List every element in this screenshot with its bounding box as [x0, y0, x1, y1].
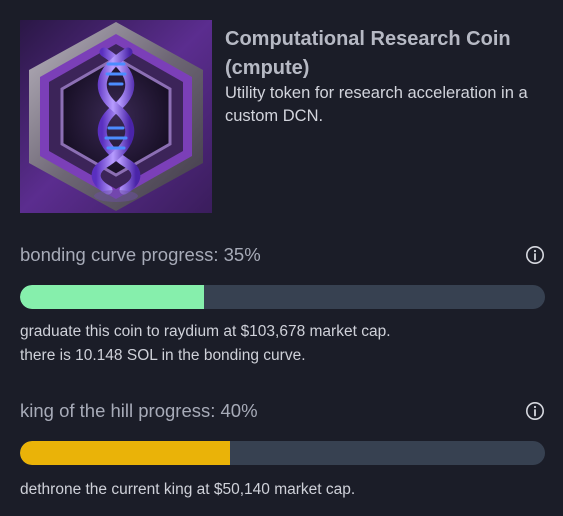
king-of-the-hill-progress-fill	[20, 441, 230, 465]
king-of-the-hill-title: king of the hill progress: 40%	[20, 400, 258, 421]
dna-helix-hexagon-icon	[20, 20, 212, 213]
bonding-curve-progress-bar	[20, 285, 545, 309]
info-icon[interactable]	[525, 401, 545, 421]
info-icon[interactable]	[525, 245, 545, 265]
king-of-the-hill-section: king of the hill progress: 40% dethrone …	[20, 398, 545, 508]
bonding-curve-progress-fill	[20, 285, 204, 309]
sol-in-curve-note: there is 10.148 SOL in the bonding curve…	[20, 347, 306, 364]
coin-header: Computational Research Coin (cmpute) Uti…	[20, 20, 545, 213]
coin-description: Utility token for research acceleration …	[225, 84, 528, 125]
bonding-curve-section: bonding curve progress: 35% graduate thi…	[20, 242, 545, 372]
graduate-note: graduate this coin to raydium at $103,67…	[20, 323, 391, 340]
bonding-curve-title: bonding curve progress: 35%	[20, 244, 261, 265]
coin-name: Computational Research Coin (cmpute)	[225, 28, 511, 79]
king-of-the-hill-progress-bar	[20, 441, 545, 465]
dethrone-note: dethrone the current king at $50,140 mar…	[20, 481, 356, 498]
